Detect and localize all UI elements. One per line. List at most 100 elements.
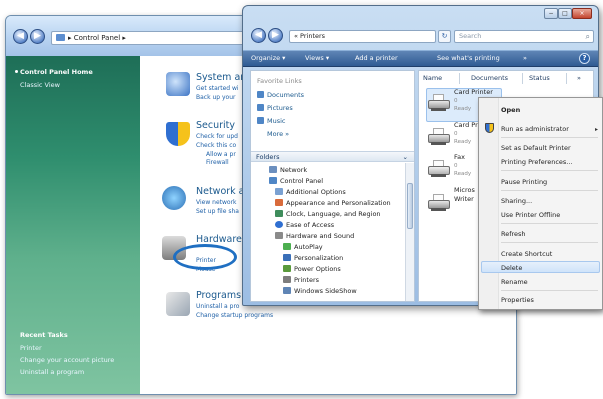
search-icon[interactable]: ⌕ bbox=[586, 31, 590, 42]
scrollbar-thumb[interactable] bbox=[407, 183, 413, 229]
refresh-icon[interactable]: ↻ bbox=[438, 30, 451, 43]
menu-item-open[interactable]: Open bbox=[501, 106, 520, 114]
recent-task-uninstall[interactable]: Uninstall a program bbox=[20, 368, 84, 376]
fax-icon[interactable] bbox=[427, 160, 451, 178]
category-programs-link[interactable]: Change startup programs bbox=[196, 312, 273, 319]
search-input[interactable]: Search ⌕ bbox=[454, 30, 594, 43]
context-menu: Open Run as administrator ▸ Set as Defau… bbox=[478, 97, 603, 310]
category-programs-title[interactable]: Programs bbox=[196, 290, 241, 301]
maximize-button[interactable]: □ bbox=[558, 8, 572, 19]
printer-status: Ready bbox=[454, 171, 472, 177]
category-system-link[interactable]: Back up your bbox=[196, 94, 235, 101]
favorite-link-more[interactable]: More » bbox=[267, 130, 289, 138]
category-security-link[interactable]: Allow a pr bbox=[206, 151, 236, 158]
printer-name[interactable]: Writer bbox=[454, 195, 474, 203]
menu-item-refresh[interactable]: Refresh bbox=[501, 230, 526, 238]
bullet-icon bbox=[15, 70, 18, 73]
favorite-link-pictures[interactable]: Pictures bbox=[257, 104, 293, 112]
menu-item-sharing[interactable]: Sharing... bbox=[501, 197, 532, 205]
appearance-icon bbox=[275, 199, 283, 206]
menu-item-run-as-admin[interactable]: Run as administrator bbox=[501, 125, 569, 133]
category-network-link[interactable]: Set up file sha bbox=[196, 208, 239, 215]
folder-tree-scrollbar[interactable] bbox=[405, 163, 414, 301]
recent-task-printer[interactable]: Printer bbox=[20, 344, 42, 352]
category-system-title[interactable]: System an bbox=[196, 72, 246, 83]
power-icon bbox=[283, 265, 291, 272]
tree-item-power-options[interactable]: Power Options bbox=[283, 265, 341, 273]
favorite-link-music[interactable]: Music bbox=[257, 117, 286, 125]
printer-name[interactable]: Fax bbox=[454, 153, 465, 161]
column-header-more[interactable]: » bbox=[577, 73, 581, 84]
tree-item-network[interactable]: Network bbox=[269, 166, 307, 174]
personalization-icon bbox=[283, 254, 291, 261]
printer-icon[interactable] bbox=[427, 128, 451, 146]
minimize-button[interactable]: − bbox=[544, 8, 558, 19]
menu-item-use-offline[interactable]: Use Printer Offline bbox=[501, 211, 560, 219]
menu-item-create-shortcut[interactable]: Create Shortcut bbox=[501, 250, 552, 258]
printers-toolbar: Organize ▾ Views ▾ Add a printer See wha… bbox=[243, 50, 598, 67]
category-system-link[interactable]: Get started wi bbox=[196, 85, 239, 92]
folders-toggle[interactable]: Folders ⌄ bbox=[251, 151, 414, 162]
printer-status: Ready bbox=[454, 106, 472, 112]
menu-item-pause-printing[interactable]: Pause Printing bbox=[501, 178, 547, 186]
help-icon[interactable]: ? bbox=[579, 53, 590, 64]
favorite-links-heading: Favorite Links bbox=[257, 77, 302, 85]
close-button[interactable]: × bbox=[572, 8, 592, 19]
pictures-icon bbox=[257, 104, 264, 111]
category-network-title[interactable]: Network a bbox=[196, 186, 245, 197]
tree-item-printers[interactable]: Printers bbox=[283, 276, 319, 284]
folder-icon bbox=[56, 34, 65, 41]
printers-address-bar[interactable]: « Printers bbox=[289, 30, 436, 43]
column-header-name[interactable]: Name bbox=[423, 73, 442, 84]
tree-item-control-panel[interactable]: Control Panel bbox=[269, 177, 323, 185]
security-shield-icon bbox=[166, 122, 190, 146]
printer-name[interactable]: Card Printer bbox=[454, 88, 493, 96]
control-panel-address-bar[interactable]: ▸ Control Panel ▸ bbox=[51, 31, 251, 45]
back-arrow-icon[interactable]: ◀ bbox=[251, 28, 266, 43]
printer-name[interactable]: Micros bbox=[454, 186, 475, 194]
menu-item-printing-preferences[interactable]: Printing Preferences... bbox=[501, 158, 573, 166]
programs-icon bbox=[166, 292, 190, 316]
forward-arrow-icon[interactable]: ▶ bbox=[268, 28, 283, 43]
column-header-documents[interactable]: Documents bbox=[471, 73, 508, 84]
control-panel-icon bbox=[269, 177, 277, 184]
forward-arrow-icon[interactable]: ▶ bbox=[30, 29, 45, 44]
category-security-link[interactable]: Check for upd bbox=[196, 133, 238, 140]
recent-task-account-picture[interactable]: Change your account picture bbox=[20, 356, 114, 364]
tree-item-clock-language[interactable]: Clock, Language, and Region bbox=[275, 210, 381, 218]
organize-button[interactable]: Organize ▾ bbox=[251, 54, 285, 62]
back-arrow-icon[interactable]: ◀ bbox=[13, 29, 28, 44]
see-whats-printing-button[interactable]: See what's printing bbox=[437, 54, 500, 62]
tree-item-additional-options[interactable]: Additional Options bbox=[275, 188, 346, 196]
sidebar-classic-view-link[interactable]: Classic View bbox=[20, 81, 60, 89]
menu-item-rename[interactable]: Rename bbox=[501, 278, 528, 286]
address-crumb[interactable]: Control Panel bbox=[74, 34, 120, 42]
category-programs-link[interactable]: Uninstall a pro bbox=[196, 303, 239, 310]
category-security-link[interactable]: Check this co bbox=[196, 142, 236, 149]
category-security-link[interactable]: Firewall bbox=[206, 159, 229, 166]
tree-item-hardware-sound[interactable]: Hardware and Sound bbox=[275, 232, 354, 240]
sidebar-home-link[interactable]: Control Panel Home bbox=[20, 68, 93, 76]
column-header-status[interactable]: Status bbox=[529, 73, 550, 84]
tree-item-autoplay[interactable]: AutoPlay bbox=[283, 243, 323, 251]
menu-item-set-default[interactable]: Set as Default Printer bbox=[501, 144, 571, 152]
favorite-link-documents[interactable]: Documents bbox=[257, 91, 304, 99]
navigation-pane: Favorite Links Documents Pictures Music … bbox=[250, 70, 415, 302]
menu-item-properties[interactable]: Properties bbox=[501, 296, 534, 304]
recent-tasks-heading: Recent Tasks bbox=[20, 331, 68, 339]
menu-item-delete[interactable]: Delete bbox=[501, 264, 522, 272]
tree-item-ease-of-access[interactable]: Ease of Access bbox=[275, 221, 334, 229]
printer-icon[interactable] bbox=[427, 94, 451, 112]
context-menu-highlight bbox=[481, 261, 600, 273]
printer-name[interactable]: Card Pr bbox=[454, 121, 478, 129]
toolbar-more-button[interactable]: » bbox=[523, 54, 527, 62]
category-network-link[interactable]: View network bbox=[196, 199, 237, 206]
category-security-title[interactable]: Security bbox=[196, 120, 235, 131]
window-controls: − □ × bbox=[544, 8, 592, 19]
printer-icon[interactable] bbox=[427, 194, 451, 212]
add-printer-button[interactable]: Add a printer bbox=[355, 54, 398, 62]
tree-item-sideshow[interactable]: Windows SideShow bbox=[283, 287, 357, 295]
tree-item-appearance[interactable]: Appearance and Personalization bbox=[275, 199, 391, 207]
tree-item-personalization[interactable]: Personalization bbox=[283, 254, 343, 262]
views-button[interactable]: Views ▾ bbox=[305, 54, 329, 62]
